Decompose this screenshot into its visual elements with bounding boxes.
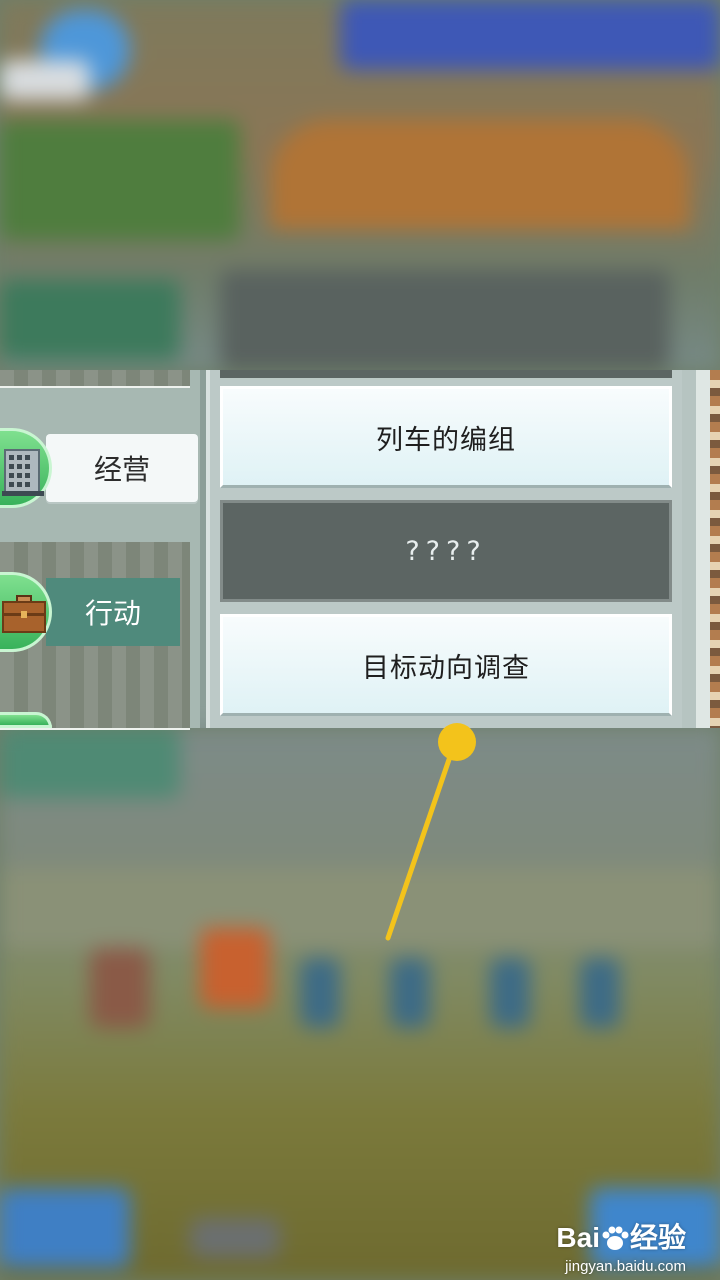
manage-menu-button[interactable]: 经营	[0, 428, 200, 508]
baidu-watermark: Bai 经验 jingyan.baidu.com	[556, 1216, 686, 1275]
option-list-gutter	[682, 370, 696, 728]
next-menu-button-partial[interactable]	[0, 712, 200, 728]
background-edge-detail	[710, 370, 720, 728]
next-icon-badge	[0, 712, 52, 728]
option-list-top-edge	[220, 370, 672, 378]
locked-option[interactable]: ????	[220, 500, 672, 602]
building-icon	[2, 449, 44, 496]
watermark-brand-prefix: Bai	[556, 1222, 600, 1253]
menu-tile-top	[0, 370, 190, 388]
action-label: 行动	[46, 578, 180, 646]
paw-icon	[602, 1226, 629, 1250]
blurred-game-background-top	[0, 0, 720, 370]
watermark-url: jingyan.baidu.com	[565, 1258, 686, 1275]
train-formation-option[interactable]: 列车的编组	[220, 386, 672, 488]
left-menu-panel: 经营 行动	[0, 370, 200, 730]
action-icon-badge	[0, 572, 52, 652]
option-list-scrollbar[interactable]	[696, 370, 710, 728]
manage-icon-badge	[0, 428, 52, 508]
watermark-brand-suffix: 经验	[629, 1222, 686, 1253]
manage-label: 经营	[46, 434, 198, 502]
watermark-brand: Bai 经验	[556, 1216, 686, 1256]
briefcase-icon	[2, 595, 46, 633]
blurred-game-background-bottom	[0, 728, 720, 1280]
target-trend-survey-option[interactable]: 目标动向调查	[220, 614, 672, 716]
action-menu-button[interactable]: 行动	[0, 572, 200, 652]
